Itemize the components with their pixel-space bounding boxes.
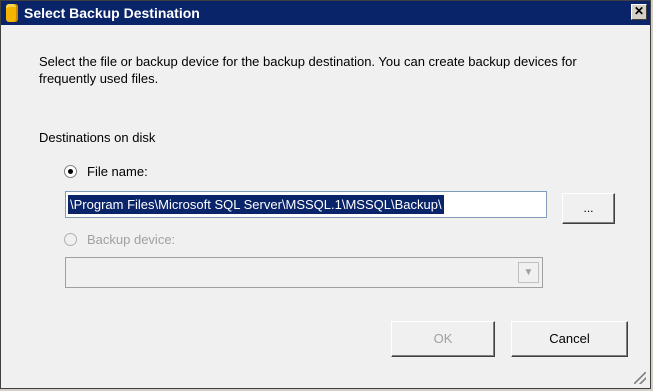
ok-button[interactable]: OK: [391, 321, 495, 357]
file-name-label: File name:: [87, 164, 148, 179]
resize-grip-icon[interactable]: [634, 372, 646, 384]
close-button[interactable]: ✕: [631, 4, 647, 20]
backup-database-icon: [6, 4, 18, 22]
file-name-input[interactable]: \Program Files\Microsoft SQL Server\MSSQ…: [65, 191, 547, 218]
backup-device-select[interactable]: ▼: [65, 257, 543, 288]
backup-device-option[interactable]: Backup device:: [64, 232, 175, 247]
browse-button[interactable]: ...: [562, 193, 615, 224]
chevron-down-icon[interactable]: ▼: [518, 262, 539, 283]
backup-device-radio[interactable]: [64, 233, 77, 246]
destinations-label: Destinations on disk: [39, 130, 156, 145]
cancel-button[interactable]: Cancel: [511, 321, 628, 357]
dialog-title: Select Backup Destination: [24, 5, 200, 21]
select-backup-destination-dialog: Select Backup Destination ✕ Select the f…: [0, 0, 651, 389]
file-name-value: \Program Files\Microsoft SQL Server\MSSQ…: [68, 195, 444, 214]
file-name-option[interactable]: File name:: [64, 164, 148, 179]
dialog-description: Select the file or backup device for the…: [39, 54, 577, 86]
backup-device-label: Backup device:: [87, 232, 176, 247]
title-bar[interactable]: Select Backup Destination ✕: [1, 1, 650, 25]
file-name-radio[interactable]: [64, 165, 77, 178]
